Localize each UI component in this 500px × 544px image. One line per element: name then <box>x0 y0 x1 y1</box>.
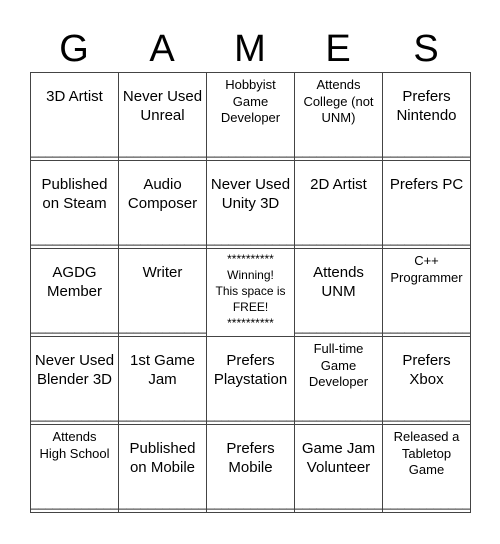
cell-label: Audio Composer <box>127 176 198 212</box>
bingo-cell[interactable]: 3D Artist ____________ <box>30 72 119 161</box>
signature-line: ____________ <box>383 407 470 422</box>
bingo-cell[interactable]: Published on Steam ____________ <box>30 160 119 249</box>
cell-label: 2D Artist <box>310 176 367 193</box>
bingo-cell[interactable]: Attends UNM ____________ <box>294 248 383 337</box>
cell-label: Prefers Nintendo <box>396 88 457 124</box>
signature-line: ____________ <box>119 231 206 246</box>
cell-label: 1st Game Jam <box>129 352 196 388</box>
bingo-row: AGDG Member ____________ Writer ___________… <box>30 248 471 337</box>
bingo-cell[interactable]: Published on Mobile ____________ <box>118 424 207 513</box>
signature-line: ____________ <box>207 407 294 422</box>
bingo-cell[interactable]: Prefers Xbox ____________ <box>382 336 471 425</box>
bingo-cell[interactable]: Full-time Game Developer ____________ <box>294 336 383 425</box>
signature-line: ____________ <box>119 407 206 422</box>
signature-line: ____________ <box>383 143 470 158</box>
bingo-row: 3D Artist ____________ Never Used Unreal __… <box>30 72 471 161</box>
cell-label: Writer <box>142 264 183 281</box>
bingo-cell[interactable]: Prefers Playstation ____________ <box>206 336 295 425</box>
signature-line: ____________ <box>119 495 206 510</box>
bingo-cell[interactable]: Prefers Mobile ____________ <box>206 424 295 513</box>
cell-label: Attends High School <box>39 429 110 461</box>
bingo-cell[interactable]: Game Jam Volunteer ____________ <box>294 424 383 513</box>
signature-line: ____________ <box>207 231 294 246</box>
signature-line: ____________ <box>119 319 206 334</box>
bingo-row: Attends High School ____________ Published… <box>30 424 471 513</box>
bingo-header: GAMES <box>30 26 470 72</box>
signature-line: ____________ <box>31 495 118 510</box>
bingo-cell[interactable]: Audio Composer ____________ <box>118 160 207 249</box>
cell-label: Never Used Blender 3D <box>34 352 115 388</box>
signature-line: ____________ <box>31 319 118 334</box>
signature-line: ____________ <box>295 407 382 422</box>
signature-line: ____________ <box>207 143 294 158</box>
signature-line: ____________ <box>295 319 382 334</box>
bingo-grid: 3D Artist ____________ Never Used Unreal __… <box>30 72 471 513</box>
bingo-cell[interactable]: Never Used Blender 3D ____________ <box>30 336 119 425</box>
signature-line: ____________ <box>207 495 294 510</box>
header-letter: E <box>325 28 351 70</box>
cell-label: Hobbyist Game Developer <box>220 77 281 125</box>
header-letter: M <box>234 28 266 70</box>
signature-line: ____________ <box>31 231 118 246</box>
bingo-cell[interactable]: 1st Game Jam ____________ <box>118 336 207 425</box>
header-letter: A <box>149 28 175 70</box>
signature-line: ____________ <box>383 231 470 246</box>
bingo-cell[interactable]: Prefers PC ____________ <box>382 160 471 249</box>
cell-label: Game Jam Volunteer <box>301 440 376 476</box>
cell-label: AGDG Member <box>46 264 102 300</box>
bingo-row: Published on Steam ____________ Audio Comp… <box>30 160 471 249</box>
cell-label: Prefers Xbox <box>402 352 451 388</box>
cell-label: Prefers Playstation <box>213 352 288 388</box>
signature-line: ____________ <box>383 495 470 510</box>
cell-label: Published on Steam <box>41 176 108 212</box>
cell-label: Full-time Game Developer <box>308 341 369 389</box>
signature-line: ____________ <box>383 319 470 334</box>
bingo-cell[interactable]: AGDG Member ____________ <box>30 248 119 337</box>
signature-line: ____________ <box>119 143 206 158</box>
cell-label: Prefers Mobile <box>226 440 275 476</box>
cell-label: 3D Artist <box>46 88 103 105</box>
bingo-cell[interactable]: Prefers Nintendo ____________ <box>382 72 471 161</box>
free-space-cell[interactable]: ********** Winning! This space is FREE! … <box>206 248 295 337</box>
bingo-cell[interactable]: 2D Artist ____________ <box>294 160 383 249</box>
bingo-cell[interactable]: Released a Tabletop Game ____________ <box>382 424 471 513</box>
cell-label: Attends UNM <box>313 264 364 300</box>
signature-line: ____________ <box>31 407 118 422</box>
signature-line: ____________ <box>31 143 118 158</box>
cell-label: Prefers PC <box>389 176 464 193</box>
cell-label: Attends College (not UNM) <box>303 77 374 125</box>
bingo-cell[interactable]: Writer ____________ <box>118 248 207 337</box>
cell-label: Released a Tabletop Game <box>393 429 460 477</box>
bingo-cell[interactable]: Never Used Unity 3D ____________ <box>206 160 295 249</box>
bingo-cell[interactable]: Hobbyist Game Developer ____________ <box>206 72 295 161</box>
signature-line: ____________ <box>295 495 382 510</box>
header-letter: S <box>413 28 439 70</box>
cell-label: ********** Winning! This space is FREE! … <box>215 252 286 330</box>
signature-line: ____________ <box>295 231 382 246</box>
cell-label: Never Used Unreal <box>122 88 203 124</box>
cell-label: Never Used Unity 3D <box>210 176 291 212</box>
bingo-cell[interactable]: Attends High School ____________ <box>30 424 119 513</box>
header-letter: G <box>59 28 89 70</box>
bingo-cell[interactable]: Never Used Unreal ____________ <box>118 72 207 161</box>
bingo-cell[interactable]: Attends College (not UNM) ____________ <box>294 72 383 161</box>
signature-line: ____________ <box>295 143 382 158</box>
bingo-cell[interactable]: C++ Programmer ____________ <box>382 248 471 337</box>
cell-label: C++ Programmer <box>390 253 463 285</box>
bingo-row: Never Used Blender 3D ____________ 1st Gam… <box>30 336 471 425</box>
cell-label: Published on Mobile <box>129 440 196 476</box>
